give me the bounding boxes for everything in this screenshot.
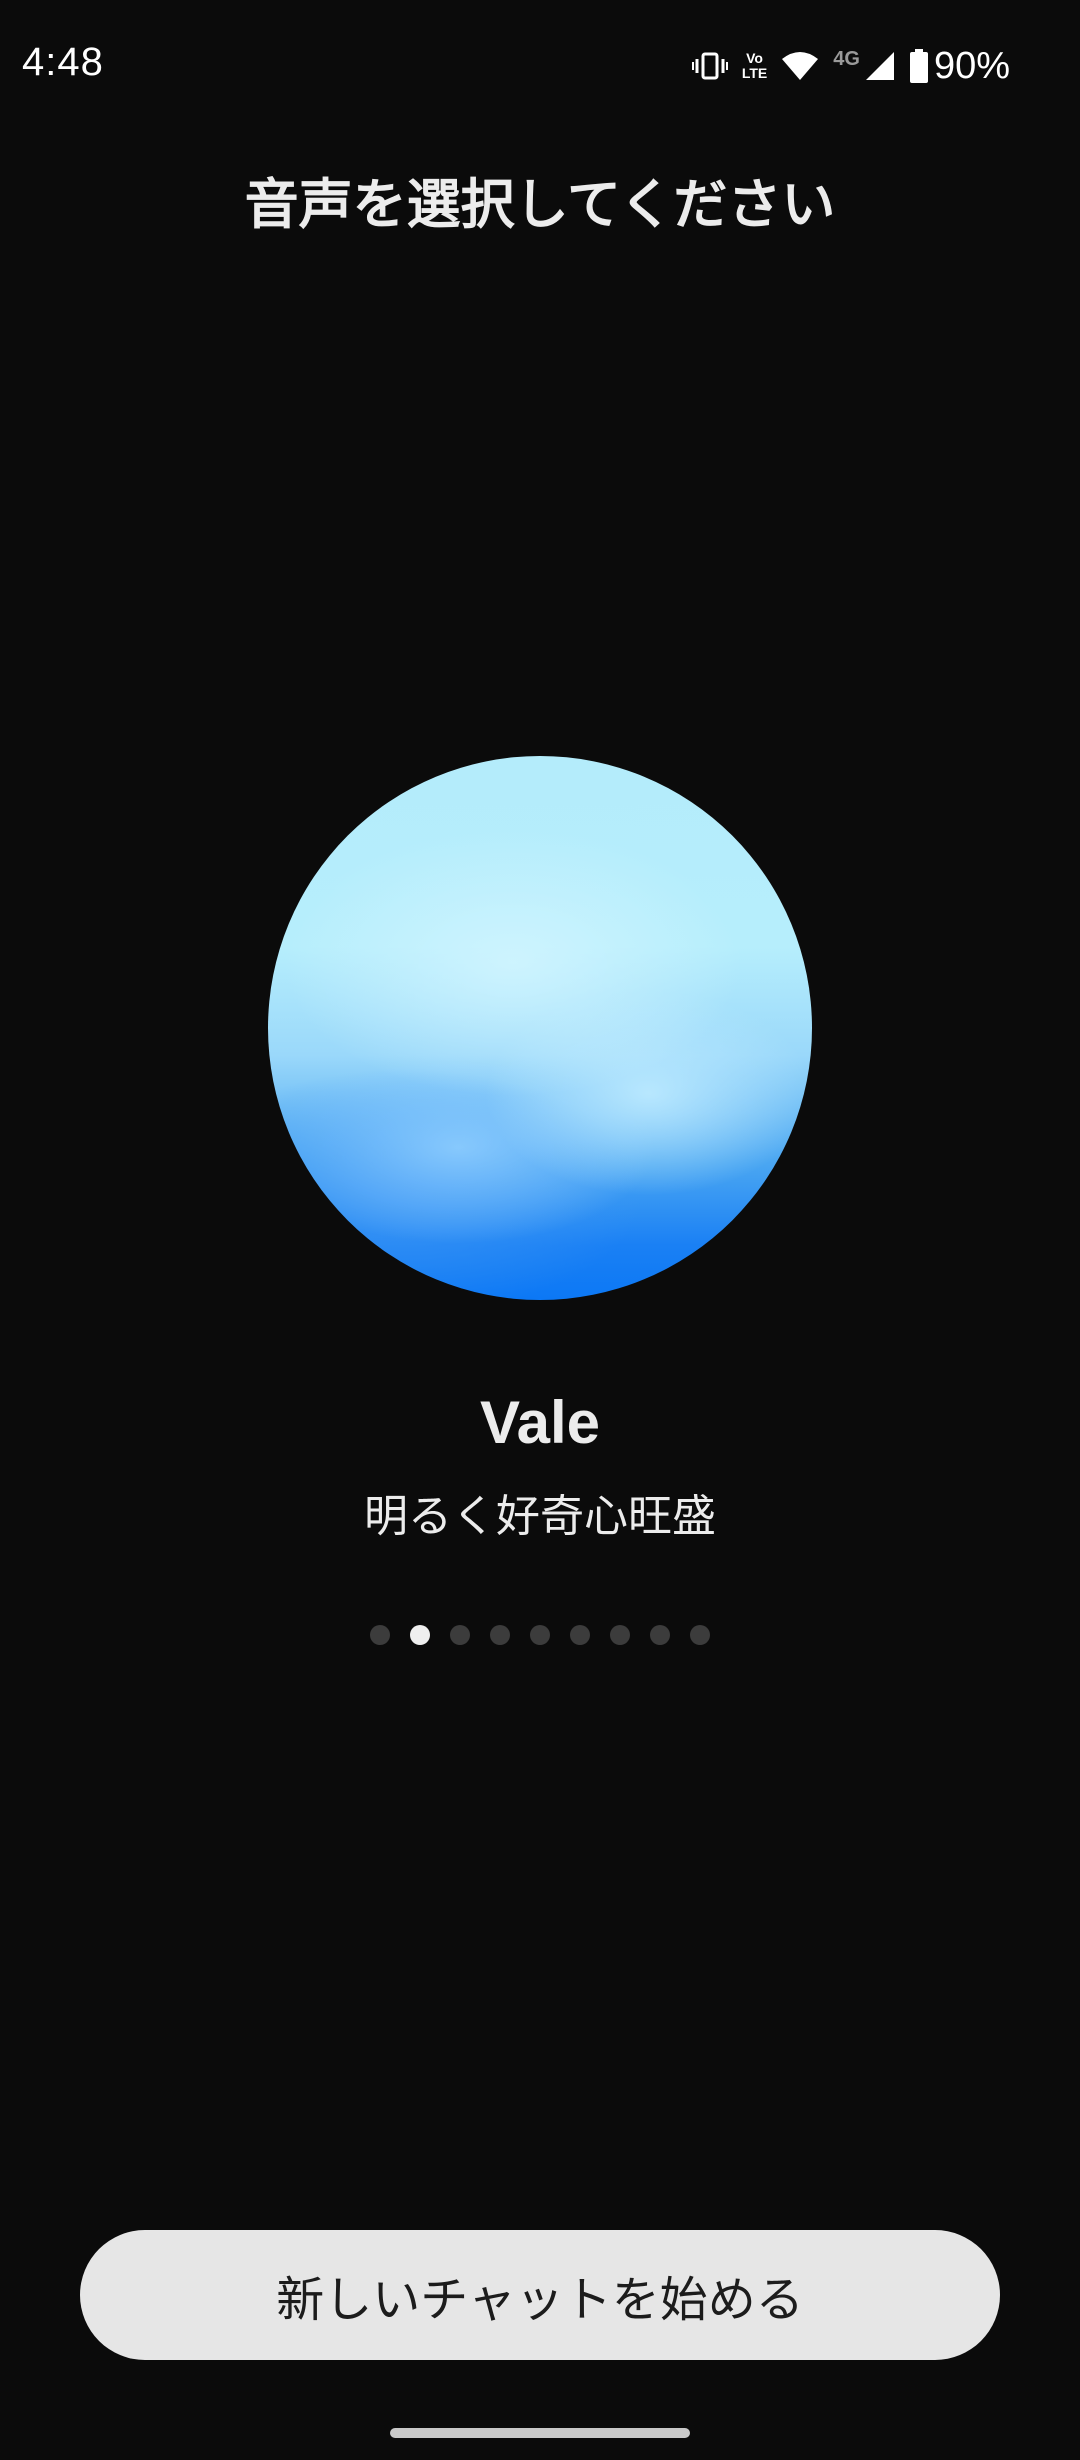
page-dot[interactable]: [650, 1625, 670, 1645]
status-bar: 4:48 Vo LTE 4G 90%: [0, 0, 1080, 130]
page-dot[interactable]: [690, 1625, 710, 1645]
page-dot[interactable]: [610, 1625, 630, 1645]
page-title: 音声を選択してください: [244, 173, 836, 236]
status-icons: Vo LTE 4G 90%: [691, 44, 1010, 88]
4g-icon: 4G: [833, 47, 860, 70]
home-indicator[interactable]: [390, 2428, 690, 2438]
page-dot[interactable]: [370, 1625, 390, 1645]
battery-icon: [909, 49, 928, 83]
page-dot-active[interactable]: [410, 1625, 430, 1645]
page-indicator: [0, 1625, 1080, 1647]
start-chat-button[interactable]: 新しいチャットを始める: [80, 2230, 1000, 2360]
voice-name: Vale: [479, 1389, 601, 1456]
signal-icon: [864, 50, 896, 82]
wifi-icon: [781, 51, 819, 81]
battery-percent: 90%: [933, 44, 1010, 87]
voice-orb[interactable]: [268, 756, 812, 1300]
voice-description: 明るく好奇心旺盛: [364, 1491, 716, 1542]
page-dot[interactable]: [570, 1625, 590, 1645]
status-time: 4:48: [22, 40, 104, 84]
volte-icon: Vo LTE: [741, 50, 768, 81]
page-dot[interactable]: [530, 1625, 550, 1645]
page-dot[interactable]: [450, 1625, 470, 1645]
page-dot[interactable]: [490, 1625, 510, 1645]
vibrate-icon: [691, 51, 728, 81]
